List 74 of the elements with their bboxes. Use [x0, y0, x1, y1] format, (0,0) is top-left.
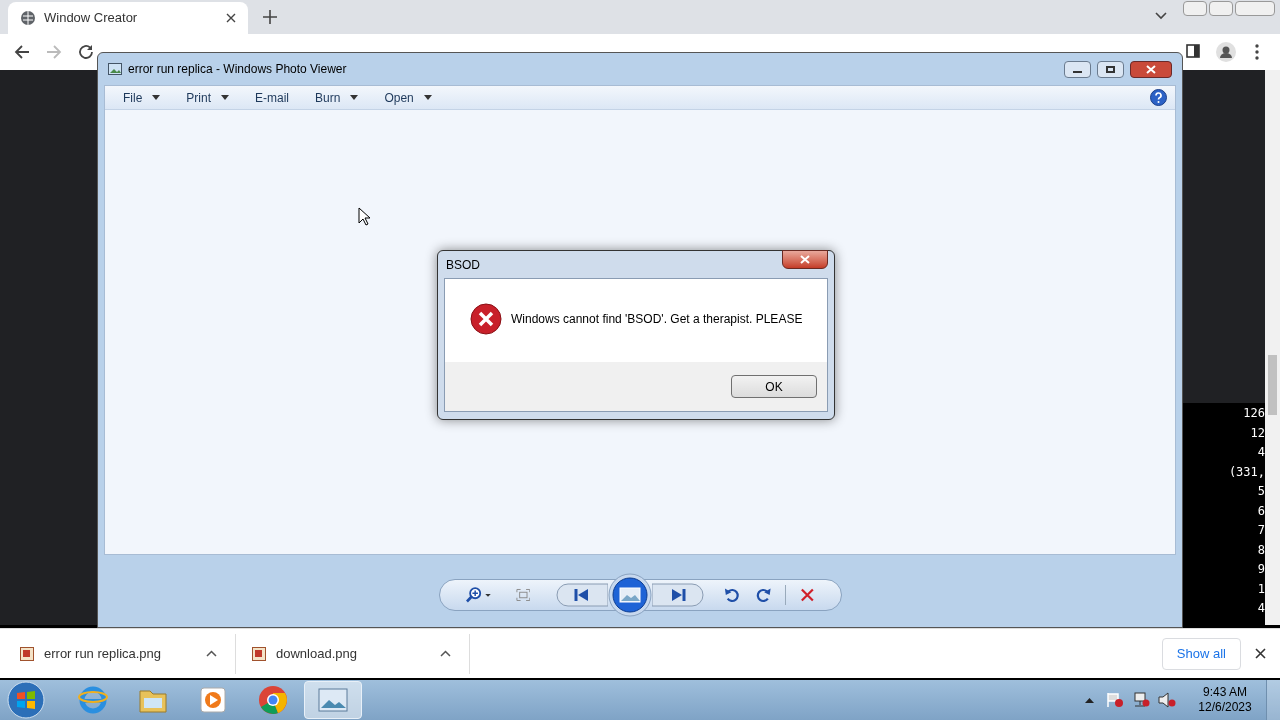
- rotate-right-icon[interactable]: [754, 586, 772, 604]
- rotate-left-icon[interactable]: [724, 586, 741, 604]
- close-button[interactable]: [782, 250, 828, 269]
- time-text: 9:43 AM: [1203, 685, 1247, 700]
- image-file-icon: [20, 646, 34, 661]
- delete-icon[interactable]: [800, 587, 815, 603]
- fit-icon[interactable]: [515, 588, 531, 602]
- minimize-button[interactable]: [1064, 60, 1091, 78]
- new-tab-icon[interactable]: [263, 10, 277, 24]
- close-icon: [1146, 64, 1156, 74]
- console-line: (331,: [1228, 463, 1265, 481]
- download-item[interactable]: error run replica.png: [44, 643, 196, 664]
- chevron-icon[interactable]: [1155, 12, 1167, 20]
- console-line: 5: [1257, 483, 1265, 500]
- scrollbar[interactable]: [1265, 70, 1280, 625]
- console-line: 6: [1257, 502, 1265, 520]
- error-icon: [470, 303, 502, 335]
- clock[interactable]: 9:43 AM 12/6/2023: [1184, 685, 1266, 715]
- chevron-up-icon[interactable]: [206, 650, 217, 657]
- console-line: 8: [1257, 541, 1265, 559]
- play-icon: [199, 686, 227, 714]
- menu-item[interactable]: Burn: [309, 88, 365, 107]
- flag-icon[interactable]: [1106, 692, 1124, 708]
- next-button[interactable]: [652, 583, 705, 607]
- console-line: 12: [1250, 424, 1265, 442]
- tray-arrow-icon[interactable]: [1085, 697, 1094, 703]
- previous-button[interactable]: [556, 583, 609, 607]
- caret-icon: [423, 95, 432, 100]
- menu-item[interactable]: File: [117, 88, 167, 107]
- globe-icon: [20, 10, 36, 26]
- show-all-button[interactable]: Show all: [1161, 637, 1241, 670]
- close-button[interactable]: [1130, 60, 1172, 78]
- start-button[interactable]: [6, 680, 46, 720]
- error-message: Windows cannot find 'BSOD'. Get a therapist. PLEASE: [511, 311, 803, 328]
- close-icon: [800, 255, 810, 264]
- caret-icon: [152, 95, 161, 100]
- reload-icon[interactable]: [78, 44, 94, 60]
- menu-icon[interactable]: [1255, 44, 1259, 60]
- back-icon[interactable]: [14, 44, 30, 60]
- zoom-icon[interactable]: [466, 586, 492, 604]
- console-line: 126: [1243, 405, 1265, 422]
- console-line: 9: [1257, 561, 1265, 578]
- browser-tab[interactable]: Window Creator: [8, 2, 248, 34]
- console-line: 7: [1257, 522, 1265, 539]
- menu-item[interactable]: Print: [180, 88, 236, 107]
- ok-button[interactable]: OK: [731, 375, 817, 398]
- profile-icon[interactable]: [1216, 42, 1236, 62]
- chevron-up-icon[interactable]: [440, 650, 451, 657]
- help-icon[interactable]: [1150, 89, 1167, 106]
- image-file-icon: [252, 646, 266, 661]
- menu-item[interactable]: Open: [378, 88, 438, 107]
- console-line: 1: [1257, 580, 1265, 598]
- caret-icon: [221, 95, 230, 100]
- chrome-icon: [258, 685, 288, 715]
- date-text: 12/6/2023: [1198, 700, 1252, 715]
- dialog-title: BSOD: [446, 256, 480, 274]
- sidebar-icon[interactable]: [1186, 44, 1200, 58]
- close-icon[interactable]: [1255, 648, 1266, 659]
- menu-item[interactable]: E-mail: [249, 88, 296, 107]
- mouse-cursor-icon: [358, 207, 371, 226]
- close-icon[interactable]: [226, 13, 236, 23]
- console-line: 4: [1257, 444, 1265, 461]
- caret-icon: [350, 95, 359, 100]
- taskbar-button[interactable]: [304, 681, 362, 719]
- slideshow-button[interactable]: [608, 573, 653, 617]
- photo-icon: [108, 63, 122, 75]
- photo-icon: [318, 688, 348, 712]
- console-line: 4: [1257, 600, 1265, 617]
- speaker-icon[interactable]: [1158, 692, 1176, 708]
- maximize-button[interactable]: [1097, 60, 1124, 78]
- download-item[interactable]: download.png: [276, 643, 430, 664]
- globe-e-icon: [78, 685, 108, 715]
- network-icon[interactable]: [1132, 692, 1150, 708]
- window-title: error run replica - Windows Photo Viewer: [128, 61, 348, 78]
